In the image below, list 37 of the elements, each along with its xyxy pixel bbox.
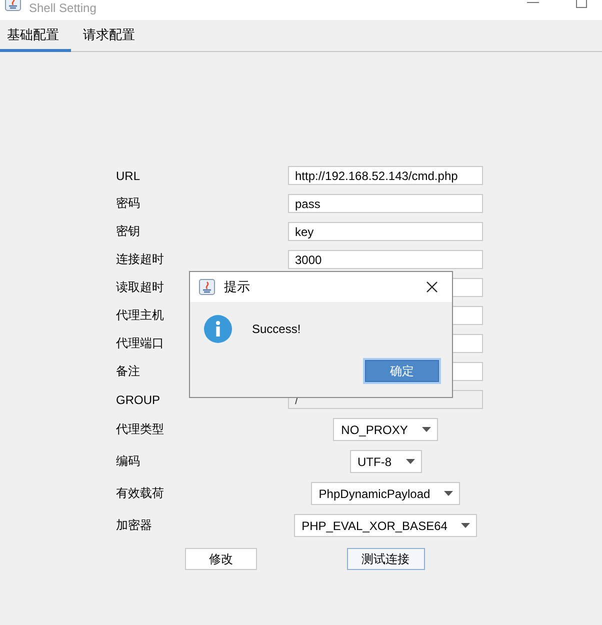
field-label: 密码 xyxy=(116,195,140,212)
caret-icon xyxy=(461,523,470,528)
info-icon xyxy=(204,315,232,343)
field-label: 连接超时 xyxy=(116,251,164,268)
field-label: 备注 xyxy=(116,363,140,380)
field-label: 有效载荷 xyxy=(116,485,164,502)
field-label: URL xyxy=(116,168,140,182)
caret-icon xyxy=(406,459,414,464)
dropdown[interactable]: PHP_EVAL_XOR_BASE64 xyxy=(294,514,478,537)
field-label: 代理主机 xyxy=(116,307,164,324)
dropdown[interactable]: UTF-8 xyxy=(350,450,422,473)
caret-icon xyxy=(422,427,431,432)
dialog-message: Success! xyxy=(252,322,301,336)
input-field[interactable]: key xyxy=(288,222,483,241)
field-label: 密钥 xyxy=(116,223,140,240)
window-title: Shell Setting xyxy=(29,1,96,16)
dropdown[interactable]: PhpDynamicPayload xyxy=(310,482,460,505)
input-field[interactable]: pass xyxy=(288,194,483,213)
dropdown[interactable]: NO_PROXY xyxy=(333,418,438,441)
field-label: 读取超时 xyxy=(116,279,164,296)
app-icon xyxy=(199,279,215,295)
ok-button[interactable]: 确定 xyxy=(365,360,439,382)
maximize-icon[interactable] xyxy=(576,0,587,8)
action-button[interactable]: 修改 xyxy=(185,548,257,570)
input-field[interactable]: http://192.168.52.143/cmd.php xyxy=(288,166,483,185)
field-label: 代理端口 xyxy=(116,335,164,352)
field-label: 编码 xyxy=(116,453,140,470)
input-field[interactable]: 3000 xyxy=(288,250,483,269)
field-label: 加密器 xyxy=(116,517,152,534)
close-icon[interactable] xyxy=(426,281,438,293)
field-label: GROUP xyxy=(116,392,160,406)
dialog-title: 提示 xyxy=(224,278,250,296)
field-label: 代理类型 xyxy=(116,421,164,438)
tab[interactable]: 请求配置 xyxy=(71,20,147,52)
action-button[interactable]: 测试连接 xyxy=(346,548,424,570)
tab[interactable]: 基础配置 xyxy=(0,20,71,52)
caret-icon xyxy=(444,491,454,496)
